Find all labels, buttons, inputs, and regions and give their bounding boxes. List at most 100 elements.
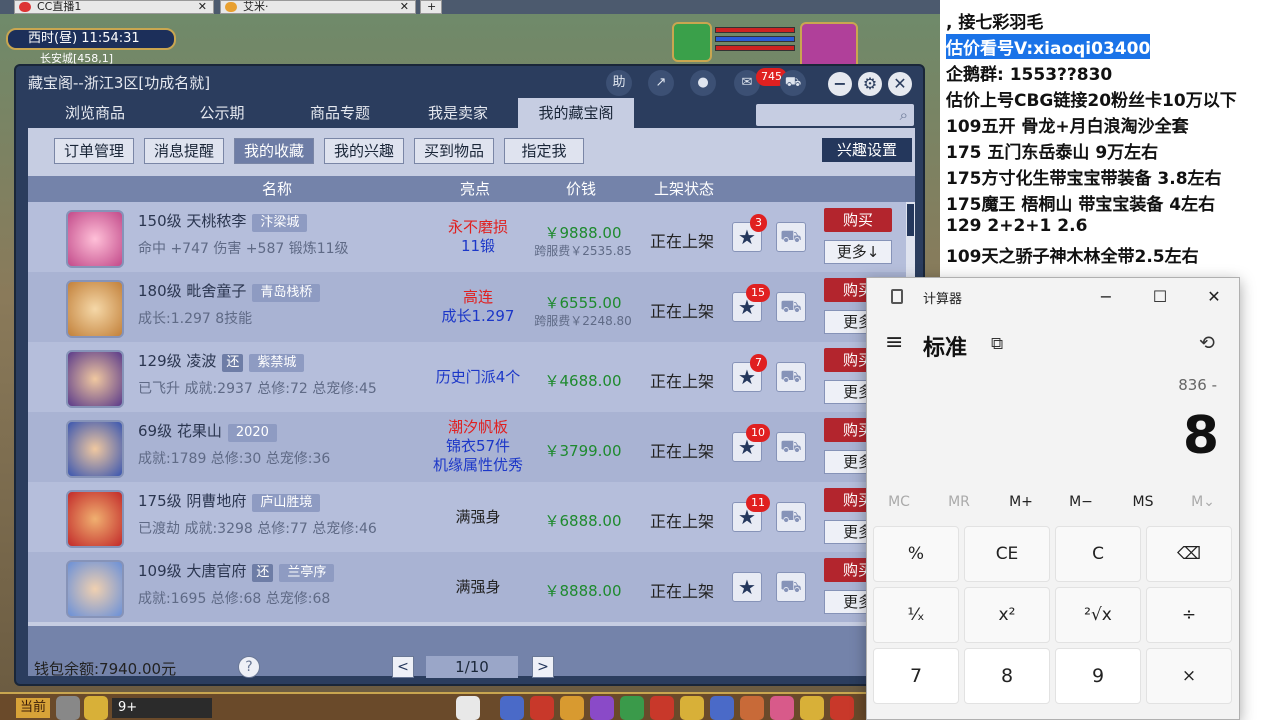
emote-icon[interactable] [84, 696, 108, 720]
prev-page-button[interactable]: < [392, 656, 414, 678]
help-button[interactable]: 助 [606, 70, 632, 96]
skill-icon[interactable] [830, 696, 854, 720]
scroll-thumb[interactable] [907, 204, 914, 236]
skill-icon[interactable] [740, 696, 764, 720]
pet-icon[interactable] [456, 696, 480, 720]
cart-icon[interactable]: ⛟ [776, 362, 806, 392]
skill-icon[interactable] [650, 696, 674, 720]
chat-channel-button[interactable]: 当前 [16, 698, 50, 718]
skill-icon[interactable] [800, 696, 824, 720]
table-row[interactable]: 69级 花果山 2020 成就:1789 总修:30 总宠修:36 潮汐帆板 锦衣… [28, 412, 906, 482]
minimize-button[interactable]: − [828, 72, 852, 96]
keep-on-top-icon[interactable]: ⧉ [991, 334, 1003, 354]
cart-icon[interactable]: ⛟ [776, 502, 806, 532]
memory-list-button[interactable]: M⌄ [1177, 494, 1229, 510]
skill-icon[interactable] [560, 696, 584, 720]
star-icon[interactable]: ★ [732, 572, 762, 602]
digit-8-key[interactable]: 8 [964, 648, 1050, 704]
tab-topics[interactable]: 商品专题 [282, 98, 398, 128]
settings-icon[interactable]: ⚙ [858, 72, 882, 96]
cart-icon[interactable]: ⛟ [776, 292, 806, 322]
item-icon[interactable] [66, 560, 124, 618]
skill-icon[interactable] [530, 696, 554, 720]
tab-my-pavilion[interactable]: 我的藏宝阁 [518, 98, 634, 128]
table-row[interactable]: 180级 毗舍童子 青岛栈桥 成长:1.297 8技能 高连 成长1.297 ￥6… [28, 272, 906, 342]
skill-icon[interactable] [620, 696, 644, 720]
cart-icon[interactable]: ⛟ [776, 432, 806, 462]
server-tag: 2020 [227, 424, 277, 442]
note-line: 175方寸化生带宝宝带装备 3.8左右 [946, 169, 1222, 189]
hp-bar [715, 27, 795, 33]
subtab-notifications[interactable]: 消息提醒 [144, 138, 224, 164]
history-icon[interactable]: ⟲ [1199, 332, 1215, 354]
table-row[interactable]: 175级 阴曹地府 庐山胜境 已渡劫 成就:3298 总修:77 总宠修:46 满… [28, 482, 906, 552]
more-button[interactable]: 更多↓ [824, 240, 892, 264]
buy-button[interactable]: 购买 [824, 208, 892, 232]
item-icon[interactable] [66, 210, 124, 268]
item-icon[interactable] [66, 490, 124, 548]
reciprocal-key[interactable]: ¹⁄ₓ [873, 587, 959, 643]
close-icon[interactable]: ✕ [400, 1, 409, 13]
subtab-assigned[interactable]: 指定我 [504, 138, 584, 164]
tab-browse-goods[interactable]: 浏览商品 [28, 98, 162, 128]
next-page-button[interactable]: > [532, 656, 554, 678]
skill-icon[interactable] [590, 696, 614, 720]
hamburger-menu-icon[interactable]: ≡ [885, 330, 903, 355]
tab-seller[interactable]: 我是卖家 [400, 98, 516, 128]
skill-icon[interactable] [710, 696, 734, 720]
cart-icon[interactable]: ⛟ [776, 222, 806, 252]
backspace-key[interactable]: ⌫ [1146, 526, 1232, 582]
square-root-key[interactable]: ²√x [1055, 587, 1141, 643]
subtab-interests[interactable]: 我的兴趣 [324, 138, 404, 164]
item-icon[interactable] [66, 350, 124, 408]
clear-key[interactable]: C [1055, 526, 1141, 582]
calculator-title: 计算器 [923, 292, 963, 307]
minimize-button[interactable]: − [1091, 284, 1121, 310]
new-tab-button[interactable]: + [420, 0, 442, 14]
maximize-button[interactable]: ☐ [1145, 284, 1175, 310]
skill-icon[interactable] [500, 696, 524, 720]
subtab-favorites[interactable]: 我的收藏 [234, 138, 314, 164]
help-icon[interactable]: ? [238, 656, 260, 678]
close-button[interactable]: ✕ [888, 72, 912, 96]
square-key[interactable]: x² [964, 587, 1050, 643]
table-row[interactable]: 150级 天桃秾李 汴梁城 命中 +747 伤害 +587 锻炼11级 永不磨损 … [28, 202, 906, 272]
interest-settings-button[interactable]: 兴趣设置 [822, 138, 912, 162]
percent-key[interactable]: % [873, 526, 959, 582]
share-icon[interactable]: ↗ [648, 70, 674, 96]
pet-avatar[interactable] [672, 22, 712, 62]
server-tag: 紫禁城 [249, 354, 305, 372]
subtab-purchased[interactable]: 买到物品 [414, 138, 494, 164]
table-row[interactable]: 129级 凌波还紫禁城 已飞升 成就:2937 总修:72 总宠修:45 历史门… [28, 342, 906, 412]
digit-7-key[interactable]: 7 [873, 648, 959, 704]
memory-store-button[interactable]: MS [1117, 494, 1169, 510]
search-icon[interactable]: ⌕ [900, 106, 908, 124]
item-icon[interactable] [66, 420, 124, 478]
divide-key[interactable]: ÷ [1146, 587, 1232, 643]
subtab-orders[interactable]: 订单管理 [54, 138, 134, 164]
cart-icon[interactable]: ⛟ [776, 572, 806, 602]
microphone-icon[interactable] [56, 696, 80, 720]
player-avatar[interactable] [800, 22, 858, 70]
record-icon[interactable]: ● [690, 70, 716, 96]
table-row[interactable]: 109级 大唐官府还兰亭序 成就:1695 总修:68 总宠修:68 满强身 ￥… [28, 552, 906, 622]
tab-public-period[interactable]: 公示期 [164, 98, 280, 128]
memory-add-button[interactable]: M+ [995, 494, 1047, 510]
skill-icon[interactable] [680, 696, 704, 720]
clear-entry-key[interactable]: CE [964, 526, 1050, 582]
search-input[interactable]: ⌕ [756, 104, 914, 126]
note-line-selected[interactable]: 估价看号V:xiaoqi03400 [946, 34, 1151, 59]
skill-icon[interactable] [770, 696, 794, 720]
memory-clear-button[interactable]: MC [873, 494, 925, 510]
digit-9-key[interactable]: 9 [1055, 648, 1141, 704]
cart-icon[interactable]: ⛟ [780, 70, 806, 96]
browser-tab-aimi[interactable]: 艾米· ✕ [220, 0, 416, 14]
chat-input[interactable]: 9+ [112, 698, 212, 718]
memory-recall-button[interactable]: MR [933, 494, 985, 510]
close-button[interactable]: ✕ [1199, 284, 1229, 310]
memory-subtract-button[interactable]: M− [1055, 494, 1107, 510]
close-icon[interactable]: ✕ [198, 1, 207, 13]
browser-tab-cc-live[interactable]: CC直播1 ✕ [14, 0, 214, 14]
multiply-key[interactable]: × [1146, 648, 1232, 704]
item-icon[interactable] [66, 280, 124, 338]
